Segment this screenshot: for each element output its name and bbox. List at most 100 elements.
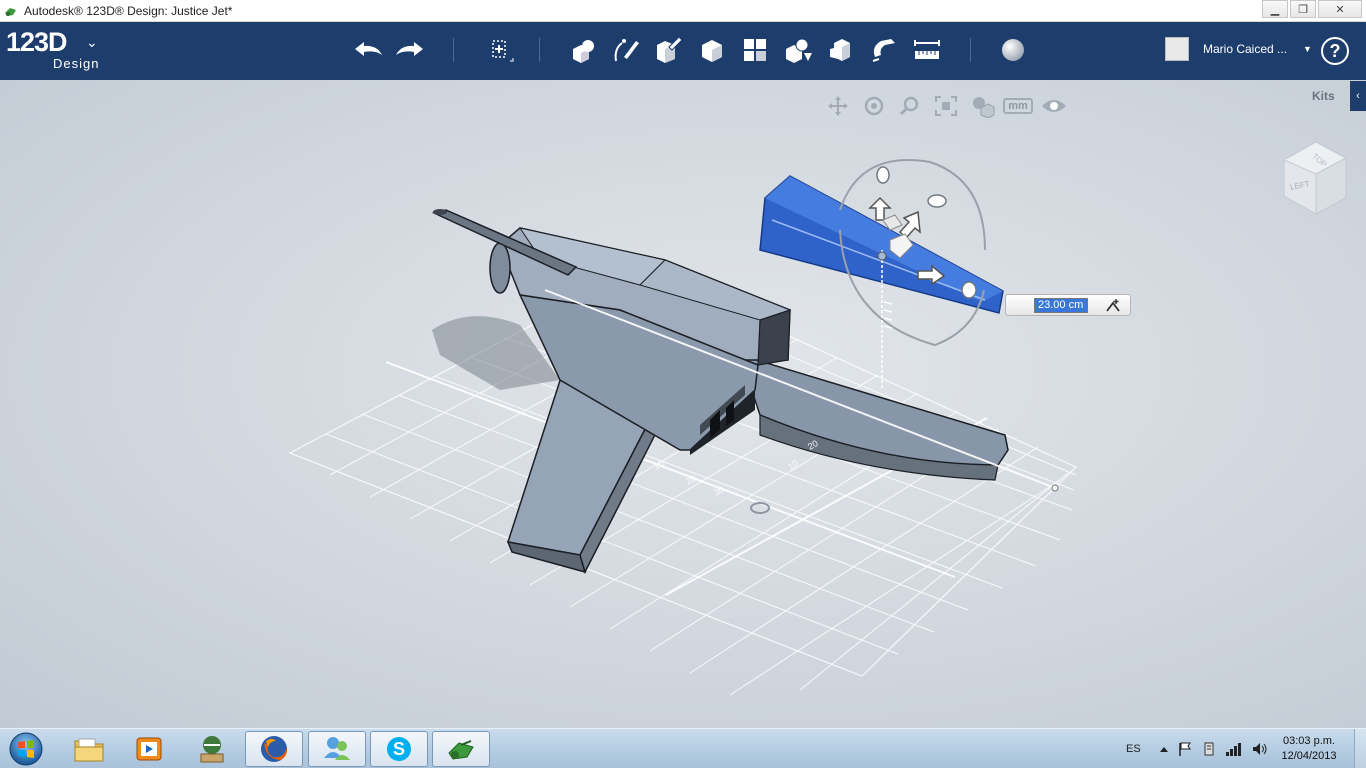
language-indicator[interactable]: ES bbox=[1126, 743, 1141, 755]
firefox-icon bbox=[261, 736, 288, 762]
flag-icon bbox=[1178, 742, 1191, 756]
units-button[interactable]: mm bbox=[1000, 94, 1036, 118]
redo-icon bbox=[396, 42, 423, 56]
snap-icon bbox=[872, 39, 895, 62]
taskbar-skype[interactable]: S bbox=[370, 731, 428, 767]
transform-button[interactable] bbox=[481, 32, 517, 68]
user-menu[interactable]: Mario Caiced ... ▼ bbox=[1165, 37, 1312, 61]
navigation-bar: mm bbox=[820, 94, 1072, 118]
primitives-button[interactable] bbox=[565, 32, 601, 68]
media-player-icon bbox=[136, 737, 162, 761]
app-logo-menu[interactable]: 123D ⌄ Design bbox=[6, 28, 98, 71]
orbit-button[interactable] bbox=[856, 94, 892, 118]
gizmo-center[interactable] bbox=[877, 251, 887, 261]
primitives-icon bbox=[573, 40, 594, 63]
user-name: Mario Caiced ... bbox=[1203, 42, 1288, 56]
sketch-button[interactable] bbox=[608, 32, 644, 68]
pan-button[interactable] bbox=[820, 94, 856, 118]
construct-icon bbox=[657, 36, 683, 63]
taskbar-media-center[interactable] bbox=[183, 731, 241, 767]
start-button[interactable] bbox=[3, 730, 49, 768]
move-up-arrow[interactable] bbox=[868, 196, 892, 221]
restore-button[interactable]: ❐ bbox=[1290, 0, 1316, 18]
restore-icon: ❐ bbox=[1298, 3, 1308, 16]
measure-button[interactable] bbox=[909, 32, 945, 68]
close-button[interactable]: ✕ bbox=[1318, 0, 1362, 18]
kits-panel-toggle[interactable]: ‹ bbox=[1350, 81, 1366, 111]
view-style-button[interactable] bbox=[964, 94, 1000, 118]
windows-taskbar: S ES 03:03 p.m. 12/04/2013 bbox=[0, 728, 1366, 768]
taskbar-firefox[interactable] bbox=[245, 731, 303, 767]
toolbar-separator bbox=[539, 38, 540, 62]
combine-button[interactable] bbox=[823, 32, 859, 68]
rotate-handle-side[interactable] bbox=[961, 281, 977, 299]
grid-label: 10 bbox=[786, 458, 800, 472]
app-icon bbox=[5, 7, 16, 16]
snap-cursor-icon[interactable] bbox=[1104, 297, 1122, 313]
taskbar-messenger[interactable] bbox=[308, 731, 366, 767]
file-explorer-icon bbox=[74, 738, 104, 762]
chevron-down-icon: ⌄ bbox=[86, 34, 98, 50]
help-button[interactable]: ? bbox=[1321, 37, 1349, 65]
modify-button[interactable] bbox=[694, 32, 730, 68]
skype-icon: S bbox=[387, 737, 411, 761]
undo-button[interactable] bbox=[350, 32, 386, 68]
axis-endpoint-handle[interactable] bbox=[1051, 484, 1059, 492]
action-center-button[interactable] bbox=[1177, 741, 1193, 757]
taskbar-123d-design[interactable] bbox=[432, 731, 490, 767]
logo-subtitle: Design bbox=[53, 56, 100, 71]
taskbar-file-explorer[interactable] bbox=[60, 731, 118, 767]
undo-icon bbox=[355, 42, 382, 56]
snap-button[interactable] bbox=[866, 32, 902, 68]
rotate-handle-right[interactable] bbox=[927, 194, 947, 208]
volume-button[interactable] bbox=[1251, 741, 1269, 757]
dimension-value-input[interactable]: 23.00 cm bbox=[1034, 297, 1088, 313]
material-button[interactable] bbox=[995, 32, 1031, 68]
grouping-button[interactable] bbox=[780, 32, 816, 68]
windows-start-icon bbox=[9, 732, 43, 766]
3d-viewport[interactable]: 10 20 10 20 30 mm Kits ‹ TOP LEFT 23.00 … bbox=[0, 80, 1366, 728]
chevron-left-icon: ‹ bbox=[1356, 90, 1360, 102]
clock-time: 03:03 p.m. bbox=[1283, 735, 1335, 747]
network-button[interactable] bbox=[1225, 741, 1243, 757]
speaker-icon bbox=[1252, 743, 1267, 755]
zoom-button[interactable] bbox=[892, 94, 928, 118]
clock-date: 12/04/2013 bbox=[1281, 750, 1337, 762]
rotate-handle-top[interactable] bbox=[876, 166, 890, 184]
view-style-icon bbox=[973, 97, 995, 118]
media-center-icon bbox=[200, 736, 224, 763]
modify-icon bbox=[702, 40, 722, 62]
show-hidden-icons-button[interactable] bbox=[1159, 745, 1169, 753]
orbit-icon bbox=[864, 96, 884, 116]
material-icon bbox=[1002, 39, 1024, 61]
zoom-icon bbox=[899, 96, 919, 116]
system-clock[interactable]: 03:03 p.m. 12/04/2013 bbox=[1272, 734, 1346, 764]
visibility-button[interactable] bbox=[1036, 94, 1072, 118]
pattern-button[interactable] bbox=[737, 32, 773, 68]
window-title: Autodesk® 123D® Design: Justice Jet* bbox=[24, 3, 233, 18]
jet-fuselage[interactable] bbox=[489, 227, 792, 455]
close-icon: ✕ bbox=[1335, 3, 1345, 16]
grouping-icon bbox=[786, 38, 812, 63]
pattern-icon bbox=[744, 39, 766, 61]
show-desktop-button[interactable] bbox=[1354, 729, 1366, 768]
redo-button[interactable] bbox=[392, 32, 428, 68]
fit-button[interactable] bbox=[928, 94, 964, 118]
kits-label[interactable]: Kits bbox=[1312, 89, 1335, 103]
messenger-icon bbox=[324, 737, 350, 760]
safely-remove-button[interactable] bbox=[1201, 741, 1217, 757]
123d-design-icon bbox=[448, 740, 474, 760]
main-toolbar: 123D ⌄ Design Mario Caiced ... ▼ ? bbox=[0, 22, 1366, 80]
transform-icon bbox=[492, 40, 514, 62]
viewcube[interactable]: TOP LEFT bbox=[1280, 140, 1352, 220]
origin-marker bbox=[750, 502, 770, 514]
usb-device-icon bbox=[1204, 742, 1214, 756]
construct-button[interactable] bbox=[651, 32, 687, 68]
svg-text:S: S bbox=[393, 739, 405, 759]
scene-canvas[interactable]: 10 20 10 20 30 bbox=[0, 80, 1366, 728]
minimize-button[interactable]: ▁ bbox=[1262, 0, 1288, 18]
move-diagonal-arrow[interactable] bbox=[898, 210, 921, 240]
avatar bbox=[1165, 37, 1189, 61]
pan-icon bbox=[828, 96, 848, 116]
taskbar-media-player[interactable] bbox=[120, 731, 178, 767]
